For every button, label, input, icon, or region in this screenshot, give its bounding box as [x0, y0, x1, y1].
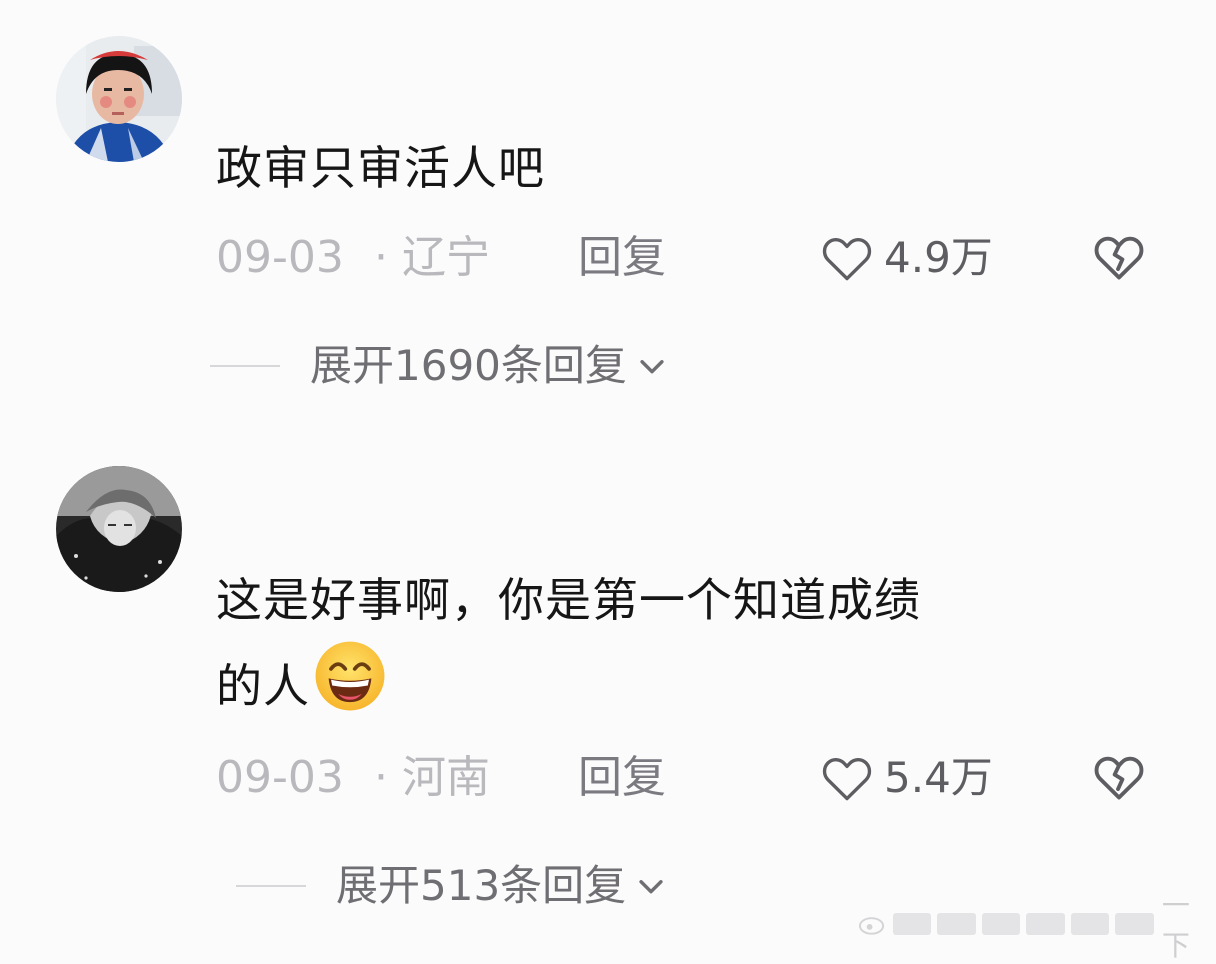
watermark-bar [1026, 913, 1065, 935]
comment-text-line-2: 的人 [216, 638, 921, 724]
watermark-bar [1070, 913, 1110, 935]
divider [236, 885, 306, 887]
watermark: 一下 [858, 889, 1216, 962]
comment-text: 这是好事啊，你是第一个知道成绩 的人 [216, 562, 921, 724]
heart-icon [822, 757, 872, 801]
comment-item-2: 这是好事啊，你是第一个知道成绩 的人 09-03 · 河南 回复 5.4万 展开… [0, 0, 1216, 948]
weibo-logo-icon [858, 917, 885, 935]
comment-date: 09-03 [216, 752, 344, 803]
watermark-bar [1115, 913, 1154, 935]
like-button[interactable]: 5.4万 [818, 748, 993, 808]
watermark-bar [981, 913, 1021, 935]
dislike-button[interactable] [1090, 748, 1148, 806]
expand-replies-button[interactable]: 展开513条回复 [236, 856, 668, 916]
comment-text-line-2-text: 的人 [216, 659, 310, 713]
comment-text-line-1: 这是好事啊，你是第一个知道成绩 [216, 573, 921, 627]
reply-button[interactable]: 回复 [578, 748, 666, 808]
grinning-emoji-icon [312, 638, 388, 714]
broken-heart-icon [1094, 756, 1144, 800]
avatar[interactable] [56, 466, 182, 592]
watermark-bars [892, 910, 1154, 938]
expand-replies-label: 展开513条回复 [336, 861, 627, 910]
chevron-down-icon [639, 880, 663, 894]
like-count: 5.4万 [884, 753, 993, 802]
comment-location: · 河南 [374, 752, 490, 803]
watermark-bar [892, 913, 932, 935]
watermark-bar [937, 913, 976, 935]
watermark-text: 一下 [1161, 889, 1190, 962]
